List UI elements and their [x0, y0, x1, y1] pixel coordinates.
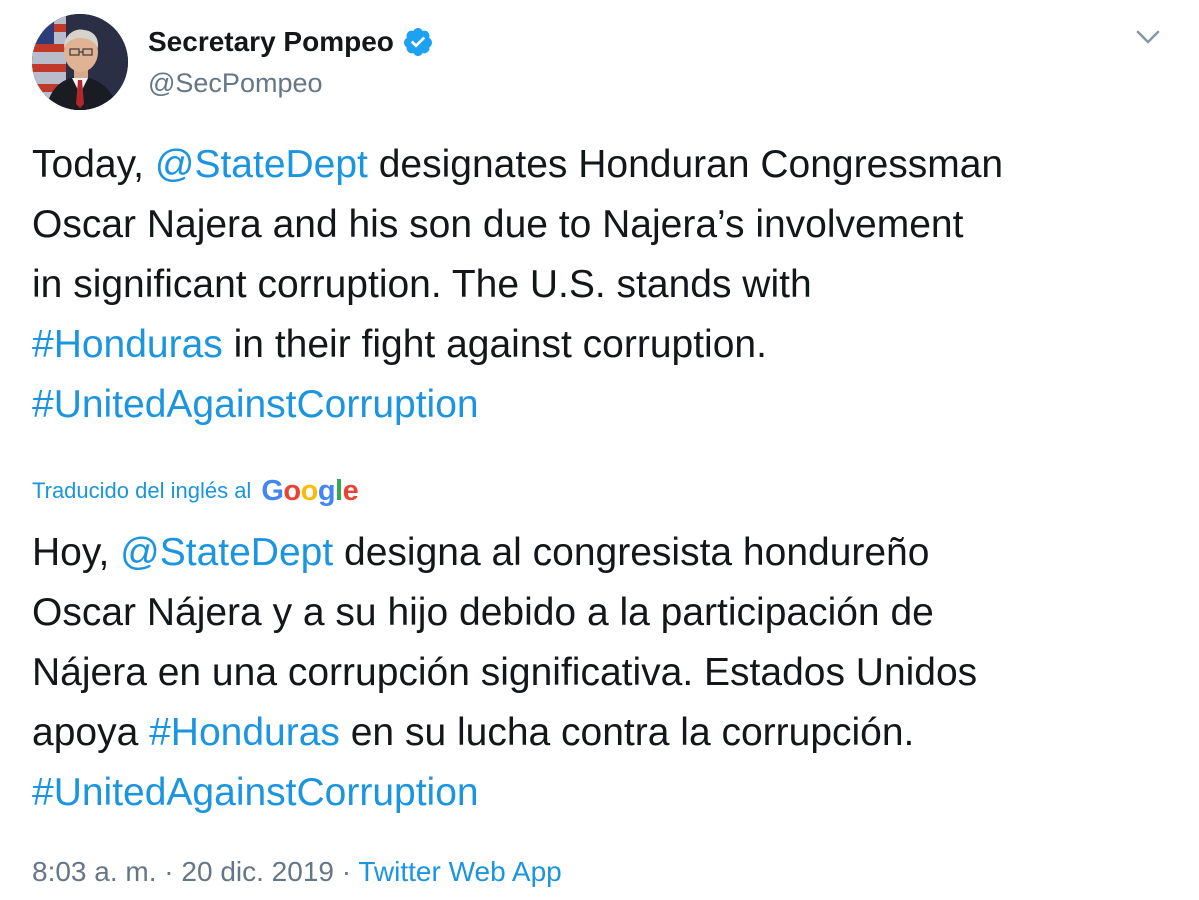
tweet-line: apoya #Honduras en su lucha contra la co…	[32, 711, 915, 754]
tweet-time[interactable]: 8:03 a. m.	[32, 856, 157, 887]
tweet-line: #UnitedAgainstCorruption	[32, 763, 1172, 823]
tweet-line: Hoy, @StateDept designa al congresista h…	[32, 531, 930, 574]
google-logo: Google	[261, 475, 359, 507]
tweet-date[interactable]: 20 dic. 2019	[181, 856, 334, 887]
tweet-line: Today, @StateDept designates Honduran Co…	[32, 143, 1004, 186]
tweet-line: #Honduras in their fight against corrupt…	[32, 323, 767, 366]
hashtag-link[interactable]: #Honduras	[32, 323, 223, 366]
tweet-line: in significant corruption. The U.S. stan…	[32, 263, 812, 306]
tweet-line: Oscar Nájera y a su hijo debido a la par…	[32, 591, 934, 634]
avatar[interactable]	[32, 14, 128, 110]
tweet-source-link[interactable]: Twitter Web App	[358, 856, 561, 887]
author-name-row: Secretary Pompeo	[148, 24, 434, 60]
tweet-card: Secretary Pompeo @SecPompeo Today, @Stat…	[0, 0, 1199, 900]
tweet-line: Nájera en una corrupción significativa. …	[32, 651, 978, 694]
hashtag-link[interactable]: #UnitedAgainstCorruption	[32, 383, 479, 426]
meta-separator: ·	[333, 856, 359, 887]
author-handle[interactable]: @SecPompeo	[148, 66, 323, 100]
translation-label: Traducido del inglés al	[32, 478, 252, 503]
tweet-metadata: 8:03 a. m. · 20 dic. 2019 · Twitter Web …	[32, 854, 562, 890]
tweet-text-translated: Hoy, @StateDept designa al congresista h…	[32, 523, 1172, 823]
tweet-line: #UnitedAgainstCorruption	[32, 375, 1172, 435]
profile-photo	[32, 14, 128, 110]
verified-badge-icon	[403, 28, 432, 56]
meta-separator: ·	[156, 856, 182, 887]
hashtag-link[interactable]: #Honduras	[149, 711, 340, 754]
tweet-text-original: Today, @StateDept designates Honduran Co…	[32, 135, 1172, 435]
mention-link[interactable]: @StateDept	[155, 143, 368, 186]
mention-link[interactable]: @StateDept	[120, 531, 333, 574]
translation-attribution[interactable]: Traducido del inglés al Google	[32, 475, 359, 507]
chevron-down-icon[interactable]	[1130, 22, 1166, 52]
tweet-line: Oscar Najera and his son due to Najera’s…	[32, 203, 964, 246]
author-display-name[interactable]: Secretary Pompeo	[148, 24, 394, 60]
hashtag-link[interactable]: #UnitedAgainstCorruption	[32, 771, 479, 814]
